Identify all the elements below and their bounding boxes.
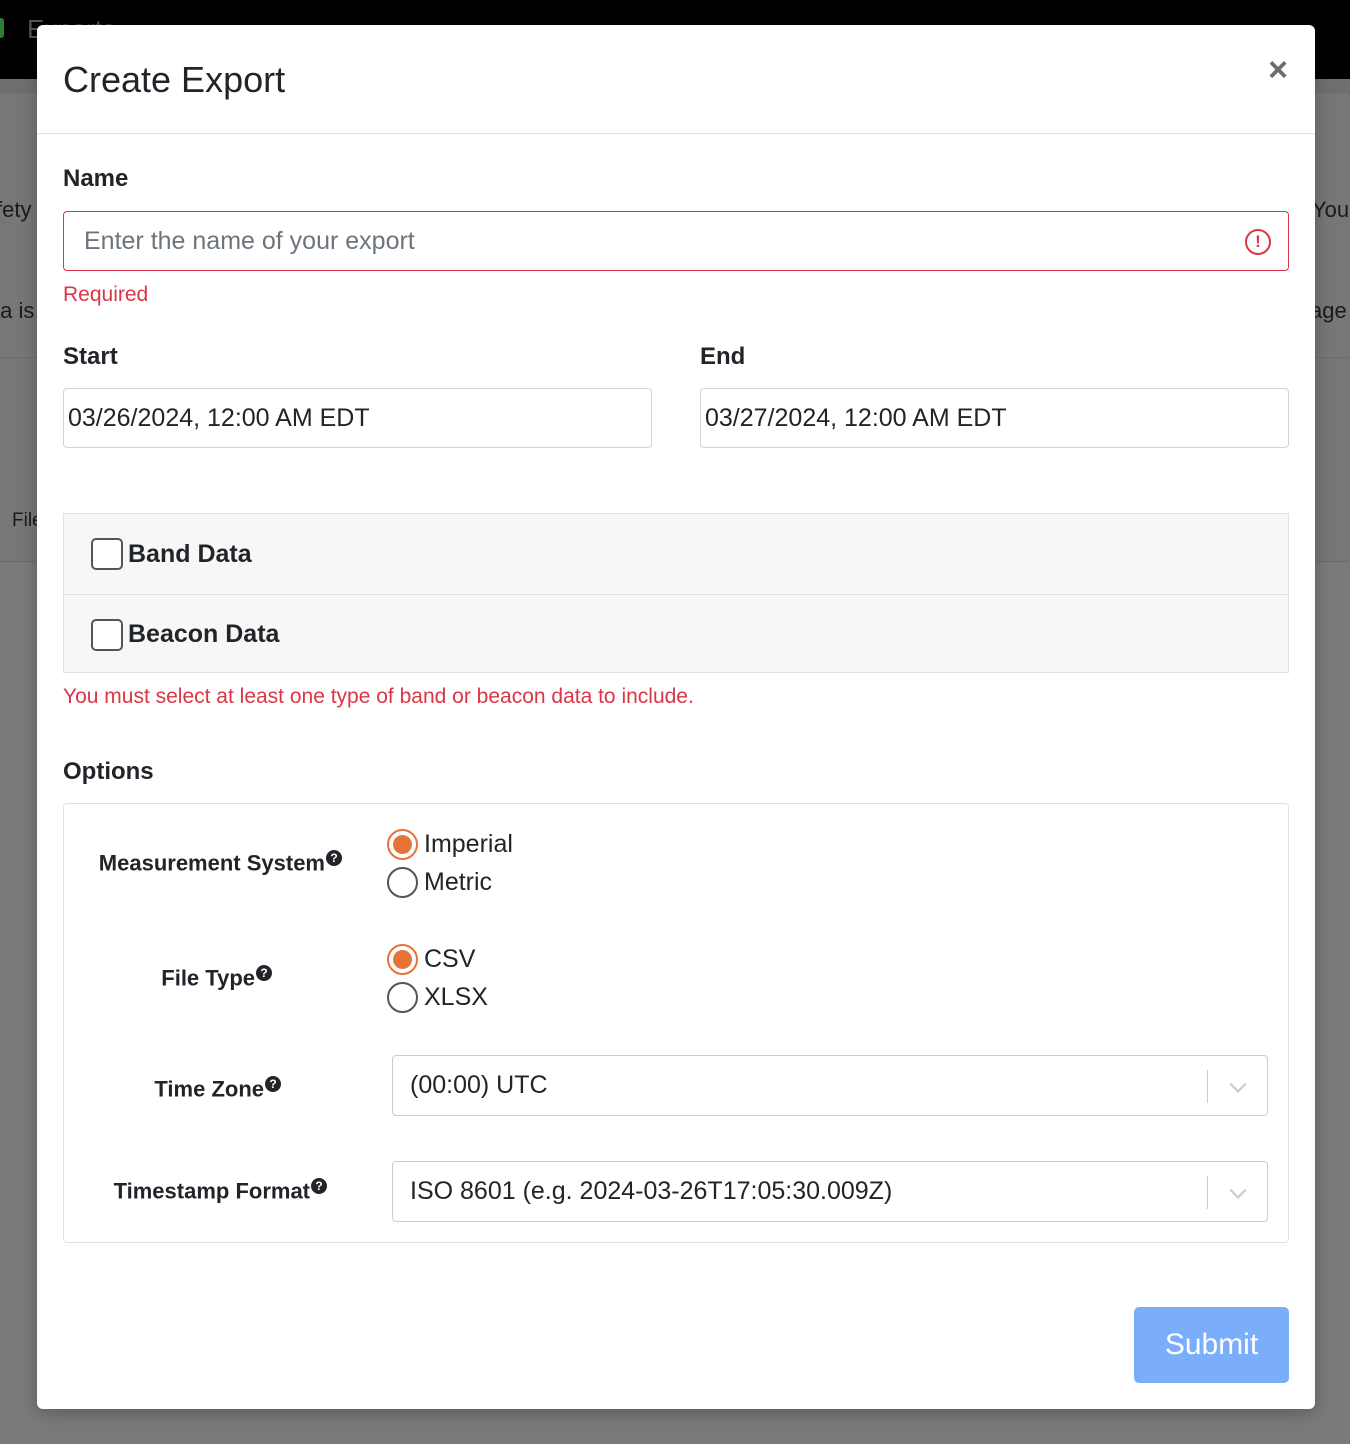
help-icon[interactable]: ? xyxy=(326,850,342,866)
name-input-placeholder: Enter the name of your export xyxy=(84,226,415,255)
end-datetime-value: 03/27/2024, 12:00 AM EDT xyxy=(705,403,1007,432)
name-input[interactable]: Enter the name of your export ! xyxy=(63,211,1289,271)
radio-imperial[interactable]: Imperial xyxy=(387,829,513,860)
timestamp-format-label-text: Timestamp Format xyxy=(113,1178,310,1204)
chevron-down-icon[interactable] xyxy=(1227,1076,1249,1098)
radio-metric-label: Metric xyxy=(424,868,493,896)
end-datetime-input[interactable]: 03/27/2024, 12:00 AM EDT xyxy=(700,388,1289,448)
name-label: Name xyxy=(63,165,129,192)
help-icon[interactable]: ? xyxy=(265,1076,281,1092)
background-text: ta is xyxy=(0,298,35,323)
time-zone-value: (00:00) UTC xyxy=(410,1071,548,1099)
logo-icon xyxy=(0,18,4,38)
end-label: End xyxy=(700,343,746,370)
time-zone-label: Time Zone? xyxy=(154,1076,281,1102)
timestamp-format-value: ISO 8601 (e.g. 2024-03-26T17:05:30.009Z) xyxy=(410,1177,893,1205)
radio-imperial-indicator[interactable] xyxy=(387,829,418,860)
create-export-modal: Create Export × Name Enter the name of y… xyxy=(37,25,1315,1409)
radio-csv-indicator[interactable] xyxy=(387,944,418,975)
data-type-panel: Band Data Beacon Data xyxy=(63,513,1289,673)
data-type-row-beacon[interactable]: Beacon Data xyxy=(64,594,1288,674)
measurement-system-label-text: Measurement System xyxy=(98,850,325,876)
select-separator xyxy=(1207,1176,1208,1209)
timestamp-format-select[interactable]: ISO 8601 (e.g. 2024-03-26T17:05:30.009Z) xyxy=(392,1161,1268,1222)
radio-metric[interactable]: Metric xyxy=(387,867,492,898)
radio-csv-label: CSV xyxy=(424,945,476,973)
file-type-label: File Type? xyxy=(161,965,272,991)
radio-imperial-label: Imperial xyxy=(424,830,513,858)
band-data-label: Band Data xyxy=(128,539,252,568)
background-text: fety xyxy=(0,197,32,222)
close-button[interactable]: × xyxy=(1263,53,1293,87)
start-label: Start xyxy=(63,343,118,370)
modal-title: Create Export xyxy=(63,59,286,100)
band-data-checkbox[interactable] xyxy=(91,538,123,570)
data-type-row-band[interactable]: Band Data xyxy=(64,514,1288,594)
help-icon[interactable]: ? xyxy=(311,1178,327,1194)
radio-xlsx-label: XLSX xyxy=(424,983,488,1011)
radio-csv[interactable]: CSV xyxy=(387,944,475,975)
modal-header: Create Export × xyxy=(37,25,1315,134)
submit-button[interactable]: Submit xyxy=(1134,1307,1289,1383)
background-text: Your xyxy=(1312,197,1350,222)
data-type-error: You must select at least one type of ban… xyxy=(63,685,694,708)
help-icon[interactable]: ? xyxy=(256,965,272,981)
radio-xlsx[interactable]: XLSX xyxy=(387,982,488,1013)
options-panel: Measurement System? Imperial Metric File… xyxy=(63,803,1289,1243)
close-icon: × xyxy=(1268,51,1288,89)
time-zone-label-text: Time Zone xyxy=(154,1076,264,1102)
file-type-label-text: File Type xyxy=(161,965,255,991)
beacon-data-label: Beacon Data xyxy=(128,620,280,648)
options-heading: Options xyxy=(63,758,154,785)
name-error: Required xyxy=(63,283,149,306)
select-separator xyxy=(1207,1070,1208,1103)
measurement-system-label: Measurement System? xyxy=(99,850,342,876)
error-icon: ! xyxy=(1245,229,1271,255)
radio-metric-indicator[interactable] xyxy=(387,867,418,898)
radio-xlsx-indicator[interactable] xyxy=(387,982,418,1013)
beacon-data-checkbox[interactable] xyxy=(91,618,123,651)
background-text: age xyxy=(1310,298,1347,323)
time-zone-select[interactable]: (00:00) UTC xyxy=(392,1055,1268,1116)
start-datetime-value: 03/26/2024, 12:00 AM EDT xyxy=(68,403,370,432)
start-datetime-input[interactable]: 03/26/2024, 12:00 AM EDT xyxy=(63,388,652,448)
timestamp-format-label: Timestamp Format? xyxy=(114,1178,327,1204)
chevron-down-icon[interactable] xyxy=(1227,1182,1249,1204)
